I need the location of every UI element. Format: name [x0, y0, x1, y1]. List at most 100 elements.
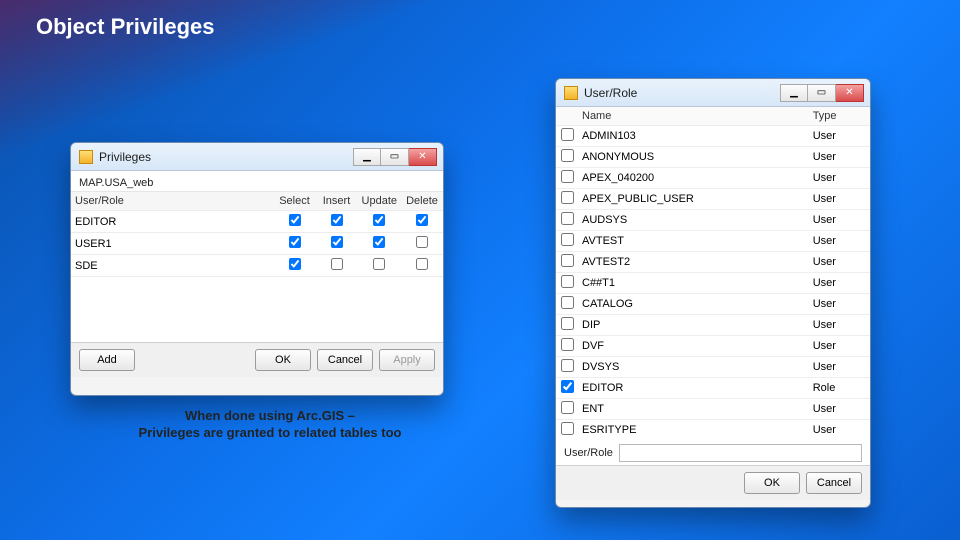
delete-cell — [401, 255, 443, 277]
row-checkbox[interactable] — [561, 212, 574, 225]
row-checkbox[interactable] — [561, 296, 574, 309]
list-item[interactable]: APEX_040200User — [556, 167, 870, 188]
list-item[interactable]: CATALOGUser — [556, 293, 870, 314]
row-checkbox[interactable] — [561, 359, 574, 372]
col-select[interactable]: Select — [274, 192, 316, 211]
type-cell: User — [809, 293, 870, 314]
update-cell — [358, 233, 401, 255]
row-checkbox[interactable] — [561, 317, 574, 330]
type-cell: User — [809, 335, 870, 356]
slide-title: Object Privileges — [0, 0, 960, 40]
cancel-button[interactable]: Cancel — [317, 349, 373, 371]
select-cell — [274, 211, 316, 233]
row-checkbox[interactable] — [561, 191, 574, 204]
list-item[interactable]: AVTESTUser — [556, 230, 870, 251]
maximize-button[interactable] — [381, 148, 409, 166]
select-checkbox[interactable] — [289, 258, 301, 270]
list-item[interactable]: AVTEST2User — [556, 251, 870, 272]
select-checkbox[interactable] — [289, 236, 301, 248]
update-checkbox[interactable] — [373, 214, 385, 226]
object-path: MAP.USA_web — [71, 171, 443, 192]
name-cell: APEX_040200 — [578, 167, 809, 188]
titlebar[interactable]: Privileges — [71, 143, 443, 171]
add-button[interactable]: Add — [79, 349, 135, 371]
type-cell: User — [809, 146, 870, 167]
list-item[interactable]: ADMIN103User — [556, 125, 870, 146]
name-cell: APEX_PUBLIC_USER — [578, 188, 809, 209]
ok-button[interactable]: OK — [255, 349, 311, 371]
maximize-icon — [390, 152, 399, 162]
list-item[interactable]: DVFUser — [556, 335, 870, 356]
cancel-button[interactable]: Cancel — [806, 472, 862, 494]
update-cell — [358, 211, 401, 233]
titlebar[interactable]: User/Role — [556, 79, 870, 107]
user-role-list[interactable]: Name Type ADMIN103UserANONYMOUSUserAPEX_… — [556, 107, 870, 439]
row-checkbox[interactable] — [561, 254, 574, 267]
row-checkbox[interactable] — [561, 401, 574, 414]
col-name[interactable]: Name — [578, 107, 809, 125]
user-cell: EDITOR — [71, 211, 274, 233]
row-checkbox[interactable] — [561, 128, 574, 141]
row-checkbox[interactable] — [561, 149, 574, 162]
list-item[interactable]: ANONYMOUSUser — [556, 146, 870, 167]
row-checkbox[interactable] — [561, 422, 574, 435]
row-checkbox[interactable] — [561, 275, 574, 288]
maximize-icon — [817, 88, 826, 98]
list-item[interactable]: DVSYSUser — [556, 356, 870, 377]
privileges-grid: User/Role Select Insert Update Delete ED… — [71, 192, 443, 342]
insert-cell — [316, 233, 358, 255]
insert-checkbox[interactable] — [331, 258, 343, 270]
col-user[interactable]: User/Role — [71, 192, 274, 211]
table-row[interactable]: USER1 — [71, 233, 443, 255]
list-item[interactable]: AUDSYSUser — [556, 209, 870, 230]
window-title: User/Role — [584, 86, 780, 100]
ok-button[interactable]: OK — [744, 472, 800, 494]
row-checkbox[interactable] — [561, 380, 574, 393]
name-cell: ENT — [578, 398, 809, 419]
col-update[interactable]: Update — [358, 192, 401, 211]
list-item[interactable]: C##T1User — [556, 272, 870, 293]
table-row[interactable]: EDITOR — [71, 211, 443, 233]
table-row[interactable]: SDE — [71, 255, 443, 277]
insert-cell — [316, 211, 358, 233]
row-checkbox[interactable] — [561, 338, 574, 351]
select-checkbox[interactable] — [289, 214, 301, 226]
maximize-button[interactable] — [808, 84, 836, 102]
close-button[interactable] — [409, 148, 437, 166]
insert-checkbox[interactable] — [331, 214, 343, 226]
list-item[interactable]: ESRITYPEUser — [556, 419, 870, 439]
minimize-button[interactable] — [780, 84, 808, 102]
minimize-button[interactable] — [353, 148, 381, 166]
privileges-dialog: Privileges MAP.USA_web User/Role Select … — [70, 142, 444, 396]
user-cell: SDE — [71, 255, 274, 277]
type-cell: User — [809, 398, 870, 419]
list-item[interactable]: DIPUser — [556, 314, 870, 335]
close-button[interactable] — [836, 84, 864, 102]
col-check — [556, 107, 578, 125]
delete-checkbox[interactable] — [416, 236, 428, 248]
update-checkbox[interactable] — [373, 236, 385, 248]
user-role-input[interactable] — [619, 444, 862, 462]
row-checkbox[interactable] — [561, 233, 574, 246]
type-cell: User — [809, 209, 870, 230]
slide-caption: When done using Arc.GIS – Privileges are… — [70, 408, 470, 442]
close-icon — [418, 152, 426, 162]
apply-button[interactable]: Apply — [379, 349, 435, 371]
user-role-label: User/Role — [564, 447, 613, 459]
list-item[interactable]: EDITORRole — [556, 377, 870, 398]
list-item[interactable]: APEX_PUBLIC_USERUser — [556, 188, 870, 209]
delete-checkbox[interactable] — [416, 214, 428, 226]
col-delete[interactable]: Delete — [401, 192, 443, 211]
update-checkbox[interactable] — [373, 258, 385, 270]
col-type[interactable]: Type — [809, 107, 870, 125]
name-cell: CATALOG — [578, 293, 809, 314]
insert-checkbox[interactable] — [331, 236, 343, 248]
row-checkbox[interactable] — [561, 170, 574, 183]
insert-cell — [316, 255, 358, 277]
name-cell: DIP — [578, 314, 809, 335]
app-icon — [564, 86, 578, 100]
user-cell: USER1 — [71, 233, 274, 255]
delete-checkbox[interactable] — [416, 258, 428, 270]
list-item[interactable]: ENTUser — [556, 398, 870, 419]
col-insert[interactable]: Insert — [316, 192, 358, 211]
